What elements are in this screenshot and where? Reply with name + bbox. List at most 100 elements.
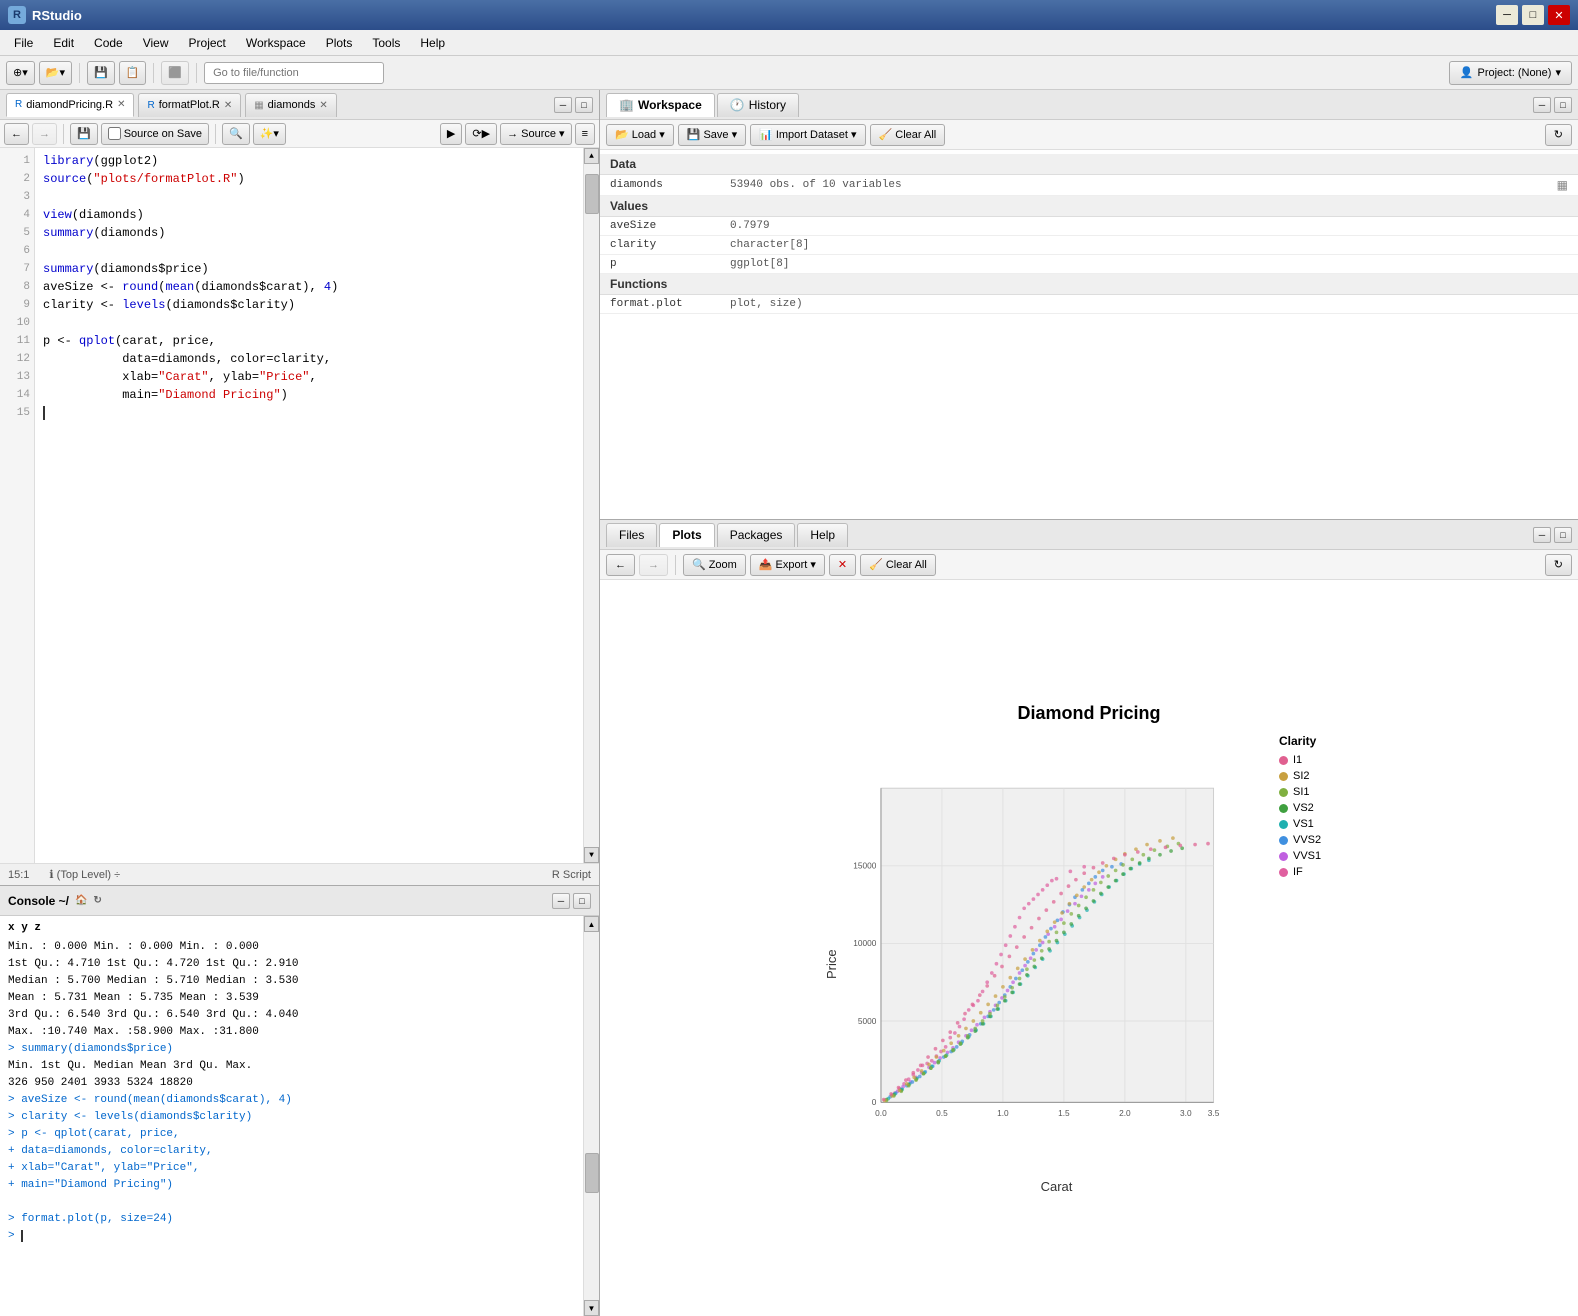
import-dataset-button[interactable]: 📊 Import Dataset ▾: [750, 124, 865, 146]
rerun-btn[interactable]: ⟳▶: [465, 123, 497, 145]
lines-btn[interactable]: ≡: [575, 123, 595, 145]
tab-packages[interactable]: Packages: [717, 523, 796, 547]
clear-all-button[interactable]: 🧹 Clear All: [870, 124, 946, 146]
find-btn[interactable]: 🔍: [222, 123, 250, 145]
plot-clear-all-btn[interactable]: 🧹 Clear All: [860, 554, 936, 576]
ws-refresh-button[interactable]: ↻: [1545, 124, 1572, 146]
legend-title: Clarity: [1279, 734, 1359, 748]
plots-maximize-btn[interactable]: □: [1554, 527, 1572, 543]
scatter-plot-svg: 0 5000 10000 15000 0.0 0.5 1.0 1.5 2.: [844, 734, 1269, 1175]
menu-code[interactable]: Code: [84, 33, 133, 53]
editor-back-btn[interactable]: ←: [4, 123, 29, 145]
workspace-minimize-btn[interactable]: ─: [1533, 97, 1551, 113]
source-on-save-btn[interactable]: Source on Save: [101, 123, 209, 145]
diamonds-row: diamonds 53940 obs. of 10 variables ▦: [600, 175, 1578, 196]
p-name: p: [610, 258, 730, 270]
export-button[interactable]: 📤 Export ▾: [750, 554, 825, 576]
tab-files[interactable]: Files: [606, 523, 657, 547]
magic-wand-btn[interactable]: ✨▾: [253, 123, 286, 145]
plot-delete-btn[interactable]: ✕: [829, 554, 856, 576]
plot-legend: Clarity I1 SI2 SI1: [1269, 734, 1359, 1194]
legend-VVS2: VVS2: [1279, 834, 1359, 846]
editor-panel-controls: ─ □: [554, 97, 593, 113]
scroll-down-arrow[interactable]: ▼: [584, 847, 599, 863]
export-icon: 📤: [759, 558, 773, 571]
menu-file[interactable]: File: [4, 33, 43, 53]
editor-save-btn[interactable]: 💾: [70, 123, 98, 145]
console-title: Console ~/: [8, 894, 69, 908]
console-scroll-down[interactable]: ▼: [584, 1300, 599, 1316]
console-scrollbar: ▲ ▼: [583, 916, 599, 1316]
tab-label-format-plot: formatPlot.R: [159, 99, 220, 111]
load-button[interactable]: 📂 Load ▾: [606, 124, 674, 146]
tab-close-format-plot[interactable]: ✕: [224, 100, 232, 111]
menu-tools[interactable]: Tools: [362, 33, 410, 53]
console-maximize-btn[interactable]: □: [573, 893, 591, 909]
print-button[interactable]: ⬛: [161, 61, 189, 85]
legend-VVS1: VVS1: [1279, 850, 1359, 862]
window-controls: ─ □ ✕: [1496, 5, 1570, 25]
run-btn[interactable]: ▶: [440, 123, 462, 145]
save-label: Save ▾: [703, 128, 737, 141]
menu-workspace[interactable]: Workspace: [236, 33, 316, 53]
menu-project[interactable]: Project: [179, 33, 236, 53]
editor-forward-btn[interactable]: →: [32, 123, 57, 145]
toolbar-separator-2: [153, 63, 154, 83]
tab-diamond-pricing[interactable]: R diamondPricing.R ✕: [6, 93, 134, 117]
diamonds-value: 53940 obs. of 10 variables: [730, 179, 902, 191]
tab-history[interactable]: 🕐 History: [717, 93, 799, 117]
tab-close-diamond-pricing[interactable]: ✕: [117, 99, 125, 110]
plots-minimize-btn[interactable]: ─: [1533, 527, 1551, 543]
scroll-thumb[interactable]: [585, 174, 599, 214]
file-type: R Script: [552, 869, 591, 881]
plot-refresh-btn[interactable]: ↻: [1545, 554, 1572, 576]
open-file-button[interactable]: 📂▾: [39, 61, 72, 85]
save-all-button[interactable]: 📋: [119, 61, 147, 85]
legend-dot-SI1: [1279, 788, 1288, 797]
source-btn[interactable]: → Source ▾: [500, 123, 572, 145]
plot-clear-icon: 🧹: [869, 558, 883, 571]
save-button[interactable]: 💾 Save ▾: [678, 124, 746, 146]
console-scroll-up[interactable]: ▲: [584, 916, 599, 932]
plot-forward-btn[interactable]: →: [639, 554, 668, 576]
menu-help[interactable]: Help: [410, 33, 455, 53]
go-to-input[interactable]: [204, 62, 384, 84]
tab-help[interactable]: Help: [797, 523, 848, 547]
close-button[interactable]: ✕: [1548, 5, 1570, 25]
diamonds-table-icon[interactable]: ▦: [1557, 178, 1568, 192]
tab-close-diamonds[interactable]: ✕: [319, 100, 327, 111]
zoom-button[interactable]: 🔍 Zoom: [683, 554, 746, 576]
editor-minimize-btn[interactable]: ─: [554, 97, 572, 113]
workspace-maximize-btn[interactable]: □: [1554, 97, 1572, 113]
history-icon: 🕐: [730, 98, 745, 112]
tab-diamonds[interactable]: ▦ diamonds ✕: [245, 93, 337, 117]
tab-workspace[interactable]: 🏢 Workspace: [606, 93, 715, 117]
code-content[interactable]: library(ggplot2) source("plots/formatPlo…: [35, 148, 583, 863]
avesize-row: aveSize 0.7979: [600, 217, 1578, 236]
save-button[interactable]: 💾: [87, 61, 115, 85]
legend-I1: I1: [1279, 754, 1359, 766]
plots-tabs-bar: Files Plots Packages Help ─ □: [600, 520, 1578, 550]
menu-view[interactable]: View: [133, 33, 179, 53]
console-minimize-btn[interactable]: ─: [552, 893, 570, 909]
maximize-button[interactable]: □: [1522, 5, 1544, 25]
tab-plots[interactable]: Plots: [659, 523, 714, 547]
source-on-save-label: Source on Save: [124, 128, 202, 140]
left-panel: R diamondPricing.R ✕ R formatPlot.R ✕ ▦ …: [0, 90, 600, 1316]
minimize-button[interactable]: ─: [1496, 5, 1518, 25]
source-on-save-checkbox[interactable]: [108, 127, 121, 140]
menu-plots[interactable]: Plots: [316, 33, 363, 53]
menu-edit[interactable]: Edit: [43, 33, 84, 53]
console-refresh-icon: ↻: [93, 895, 101, 906]
new-file-button[interactable]: ⊕▾: [6, 61, 35, 85]
console-content[interactable]: x y z Min. : 0.000 Min. : 0.000 Min. : 0…: [0, 916, 583, 1316]
svg-text:0.5: 0.5: [936, 1108, 948, 1118]
files-tab-label: Files: [619, 528, 644, 542]
plot-back-btn[interactable]: ←: [606, 554, 635, 576]
editor-maximize-btn[interactable]: □: [575, 97, 593, 113]
project-button[interactable]: 👤 Project: (None) ▾: [1449, 61, 1572, 85]
console-scroll-thumb[interactable]: [585, 1153, 599, 1193]
svg-text:1.5: 1.5: [1058, 1108, 1070, 1118]
tab-format-plot[interactable]: R formatPlot.R ✕: [138, 93, 241, 117]
scroll-up-arrow[interactable]: ▲: [584, 148, 599, 164]
